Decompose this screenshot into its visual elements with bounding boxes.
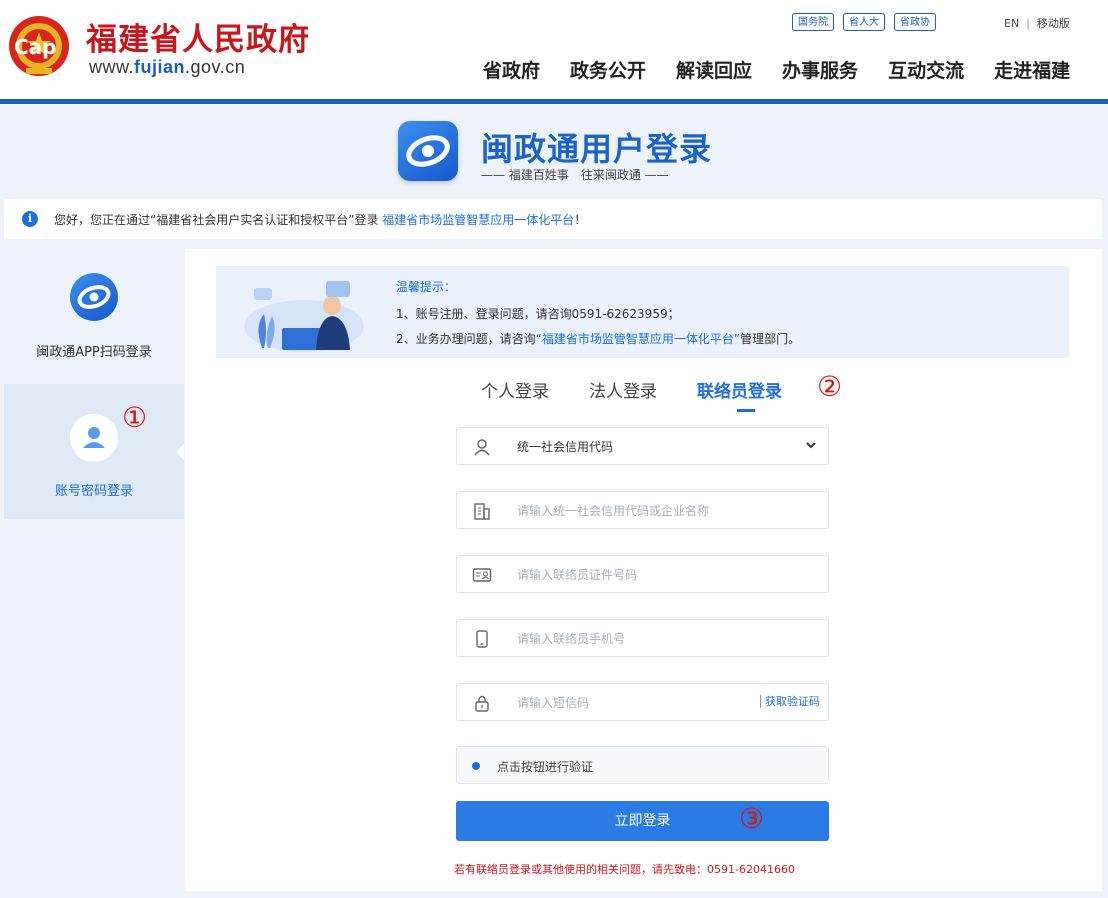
user-outline-icon [474, 439, 490, 456]
login-button[interactable]: 立即登录 [456, 801, 829, 841]
nav-item-about-fujian[interactable]: 走进福建 [994, 56, 1070, 83]
tips-line-2: 2、业务办理问题，请咨询“福建省市场监管智慧应用一体化平台”管理部门。 [396, 332, 801, 346]
info-icon: i [22, 211, 38, 227]
page-slogan: —— 福建百姓事 往来闽政通 —— [481, 168, 669, 182]
lock-icon [475, 695, 489, 712]
tab-liaison-login[interactable]: 联络员登录 [697, 377, 782, 412]
tips-line-1: 1、账号注册、登录问题，请咨询0591-62623959； [396, 307, 680, 321]
site-title[interactable]: 福建省人民政府 [86, 14, 310, 59]
chevron-down-icon [806, 442, 816, 449]
credit-code-input[interactable] [517, 498, 767, 524]
sms-code-field: 获取验证码 [456, 683, 829, 721]
minzhengtong-logo-icon [398, 121, 458, 181]
get-sms-code-button[interactable]: 获取验证码 [760, 695, 820, 708]
mobile-phone-icon [476, 630, 488, 648]
id-type-select-field: 统一社会信用代码 [456, 427, 829, 465]
tips-box: 温馨提示： 1、账号注册、登录问题，请咨询0591-62623959； 2、业务… [216, 266, 1069, 358]
english-link[interactable]: EN [1004, 17, 1019, 30]
site-url: www.fujian.gov.cn [89, 57, 246, 77]
credit-code-field [456, 491, 829, 529]
top-link-provincial-congress[interactable]: 省人大 [843, 13, 885, 31]
nav-item-interaction[interactable]: 互动交流 [888, 56, 964, 83]
slider-verify-button[interactable]: 点击按钮进行验证 [456, 746, 829, 784]
liaison-phone-field [456, 619, 829, 657]
login-tabs: 个人登录 法人登录 联络员登录 [481, 377, 782, 412]
nav-item-provincial-government[interactable]: 省政府 [483, 56, 540, 83]
top-link-provincial-cppcc[interactable]: 省政协 [894, 13, 936, 31]
id-card-icon [472, 568, 492, 582]
page-title: 闽政通用户登录 [481, 130, 713, 168]
top-link-state-council[interactable]: 国务院 [792, 13, 834, 31]
tips-platform-link[interactable]: “福建省市场监管智慧应用一体化平台” [536, 332, 740, 346]
tab-legal-person-login[interactable]: 法人登录 [589, 377, 657, 402]
liaison-phone-input[interactable] [517, 626, 767, 652]
sidebar-item-label: 账号密码登录 [54, 484, 133, 499]
header-divider [0, 99, 1108, 104]
language-switch: EN | 移动版 [1004, 17, 1070, 30]
national-emblem-icon[interactable]: Cap [8, 12, 70, 80]
login-panel: 温馨提示： 1、账号注册、登录问题，请咨询0591-62623959； 2、业务… [185, 249, 1102, 891]
user-icon [70, 414, 118, 462]
nav-item-interpretation[interactable]: 解读回应 [676, 56, 752, 83]
main-nav: 省政府 政务公开 解读回应 办事服务 互动交流 走进福建 [483, 56, 1070, 83]
mobile-link[interactable]: 移动版 [1037, 17, 1070, 30]
notice-text: 您好，您正在通过“福建省社会用户实名认证和授权平台”登录 福建省市场监管智慧应用… [54, 213, 587, 227]
annotation-3: ③ [739, 802, 765, 835]
liaison-id-input[interactable] [517, 562, 767, 588]
tab-personal-login[interactable]: 个人登录 [481, 377, 549, 402]
sms-code-input[interactable] [517, 690, 767, 716]
minzhengtong-app-icon [70, 273, 118, 321]
tips-title: 温馨提示： [396, 280, 457, 294]
help-hotline-note: 若有联络员登录或其他使用的相关问题，请先致电：0591-62041660 [454, 863, 795, 876]
active-indicator [176, 444, 184, 460]
emblem-watermark: Cap [14, 35, 57, 59]
sidebar-item-account-login[interactable]: 账号密码登录 [4, 384, 184, 519]
sidebar-item-qr-login[interactable]: 闽政通APP扫码登录 [4, 249, 184, 384]
login-method-sidebar: 闽政通APP扫码登录 账号密码登录 ① [4, 249, 184, 891]
verify-text: 点击按钮进行验证 [497, 760, 594, 774]
nav-item-government-affairs[interactable]: 政务公开 [570, 56, 646, 83]
annotation-2: ② [817, 370, 843, 403]
nav-item-services[interactable]: 办事服务 [782, 56, 858, 83]
id-type-select[interactable]: 统一社会信用代码 [517, 434, 823, 460]
site-header: Cap 福建省人民政府 www.fujian.gov.cn 国务院 省人大 省政… [0, 0, 1108, 101]
liaison-id-field [456, 555, 829, 593]
building-icon [474, 503, 490, 520]
verify-dot-icon [472, 762, 480, 770]
annotation-1: ① [122, 401, 148, 434]
notice-bar: i 您好，您正在通过“福建省社会用户实名认证和授权平台”登录 福建省市场监管智慧… [4, 199, 1102, 239]
sidebar-item-label: 闽政通APP扫码登录 [36, 345, 152, 360]
customer-service-illustration [244, 281, 364, 352]
notice-platform-link[interactable]: 福建省市场监管智慧应用一体化平台 [382, 213, 574, 227]
top-links: 国务院 省人大 省政协 [792, 13, 936, 31]
